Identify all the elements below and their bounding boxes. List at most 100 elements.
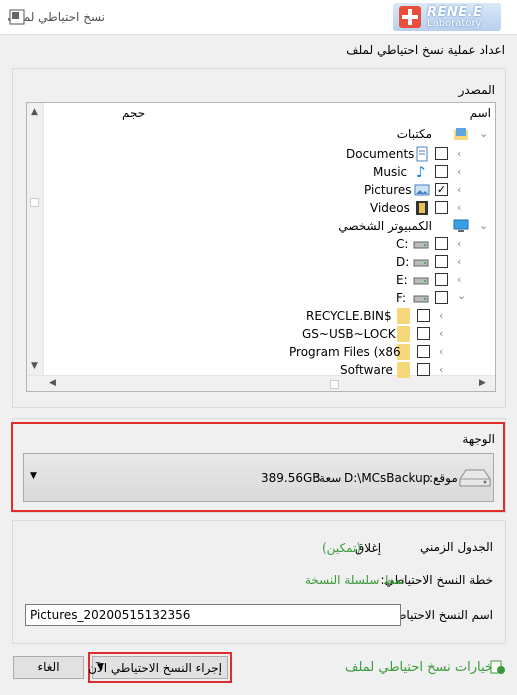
tree-label: E: bbox=[396, 273, 408, 287]
drive-icon bbox=[413, 277, 429, 285]
capacity-value: 389.56GB bbox=[261, 471, 321, 485]
tree-row-computer[interactable]: ⌄ الكمبيوتر الشخصي bbox=[27, 217, 488, 235]
chevron-down-icon[interactable]: ⌄ bbox=[457, 290, 467, 301]
drive-icon bbox=[413, 295, 429, 303]
chevron-right-icon[interactable]: ‹ bbox=[457, 274, 467, 285]
tree-row-libraries[interactable]: ⌄ مكتبات bbox=[27, 125, 488, 143]
chevron-right-icon[interactable]: ‹ bbox=[457, 184, 467, 195]
drive-f-checkbox[interactable] bbox=[435, 291, 448, 304]
tree-label: Software bbox=[340, 363, 393, 377]
tree-row-drive-f[interactable]: ⌄ F: bbox=[27, 289, 482, 307]
chevron-right-icon[interactable]: ‹ bbox=[439, 364, 449, 375]
tree-row-folder[interactable]: ‹ Software bbox=[27, 361, 482, 379]
enable-schedule-link[interactable]: (تمكين) bbox=[322, 541, 361, 555]
tree-label: الكمبيوتر الشخصي bbox=[338, 219, 432, 233]
videos-checkbox[interactable] bbox=[435, 201, 448, 214]
column-size-header[interactable]: حجم bbox=[122, 106, 145, 120]
tree-label: Program Files (x86 bbox=[289, 345, 401, 359]
drive-e-checkbox[interactable] bbox=[435, 273, 448, 286]
rene-e-logo: RENE.E Laboratory bbox=[393, 3, 501, 31]
folder-checkbox[interactable] bbox=[417, 345, 430, 358]
drive-icon bbox=[413, 241, 429, 249]
folder-checkbox[interactable] bbox=[417, 309, 430, 322]
tree-label: مكتبات bbox=[396, 127, 432, 141]
picture-icon bbox=[414, 184, 430, 196]
chevron-right-icon[interactable]: ‹ bbox=[457, 202, 467, 213]
scroll-up-icon[interactable]: ▲ bbox=[31, 107, 38, 117]
music-note-icon: ♪ bbox=[416, 163, 426, 181]
source-title: المصدر bbox=[458, 83, 495, 97]
chevron-right-icon[interactable]: ‹ bbox=[439, 310, 449, 321]
pictures-checkbox[interactable]: ✓ bbox=[435, 183, 448, 196]
folder-icon bbox=[397, 326, 410, 342]
scroll-left-icon[interactable]: ◀ bbox=[49, 378, 56, 388]
source-tree[interactable]: اسم حجم ▲ ▼ ◀ ▶ ⌄ مكتبات ‹ Documents ‹ ♪… bbox=[26, 102, 496, 392]
chevron-down-icon[interactable]: ⌄ bbox=[479, 220, 489, 231]
chevron-right-icon[interactable]: ‹ bbox=[457, 166, 467, 177]
logo-subtext: Laboratory bbox=[427, 18, 482, 29]
tree-row-folder[interactable]: ‹ RECYCLE.BIN$ bbox=[27, 307, 482, 325]
dropdown-arrow-icon[interactable]: ▼ bbox=[30, 471, 37, 481]
destination-selector[interactable]: ▼ 389.56GB سعة: D:\MCsBackup موقع: bbox=[23, 453, 494, 502]
chevron-right-icon[interactable]: ‹ bbox=[439, 328, 449, 339]
options-icon[interactable] bbox=[490, 659, 506, 675]
capacity-label: سعة: bbox=[315, 471, 342, 485]
logo-plus-icon bbox=[399, 6, 421, 28]
music-checkbox[interactable] bbox=[435, 165, 448, 178]
backup-options-link[interactable]: خيارات نسخ احتياطي لملف bbox=[345, 660, 493, 675]
page-heading: اعداد عملية نسخ احتياطي لملف bbox=[346, 43, 505, 57]
schedule-label: الجدول الزمني bbox=[419, 540, 493, 554]
document-icon bbox=[416, 146, 428, 162]
tree-row-pictures[interactable]: ‹ ✓ Pictures bbox=[27, 181, 482, 199]
drive-d-checkbox[interactable] bbox=[435, 255, 448, 268]
backup-name-input[interactable] bbox=[25, 604, 401, 626]
tree-row-folder[interactable]: ‹ Program Files (x86 bbox=[27, 343, 482, 361]
folder-icon bbox=[397, 362, 410, 378]
tree-row-documents[interactable]: ‹ Documents bbox=[27, 145, 482, 163]
tree-label: Videos bbox=[370, 201, 410, 215]
tree-row-drive-d[interactable]: ‹ D: bbox=[27, 253, 482, 271]
tree-label: C: bbox=[396, 237, 409, 251]
location-value: D:\MCsBackup bbox=[344, 471, 431, 485]
tree-label: GS~USB~LOCK bbox=[302, 327, 396, 341]
cancel-button[interactable]: الغاء bbox=[13, 656, 84, 679]
chevron-right-icon[interactable]: ‹ bbox=[457, 238, 467, 249]
tree-header: اسم حجم bbox=[27, 103, 495, 123]
scroll-right-icon[interactable]: ▶ bbox=[479, 378, 486, 388]
tree-label: RECYCLE.BIN$ bbox=[306, 309, 392, 323]
title-bar: RENE.E Laboratory نسخ احتياطي لملف bbox=[0, 0, 517, 35]
tree-row-folder[interactable]: ‹ GS~USB~LOCK bbox=[27, 325, 482, 343]
libraries-folder-icon bbox=[454, 128, 468, 140]
hscroll-thumb[interactable] bbox=[330, 380, 339, 389]
folder-icon bbox=[397, 308, 410, 324]
tree-label: Pictures bbox=[364, 183, 412, 197]
chevron-right-icon[interactable]: ‹ bbox=[457, 148, 467, 159]
chevron-right-icon[interactable]: ‹ bbox=[457, 256, 467, 267]
plan-value-link[interactable]: نمط سلسلة النسخة bbox=[305, 573, 405, 587]
folder-checkbox[interactable] bbox=[417, 327, 430, 340]
backup-name-label: اسم النسخ الاحتياطي bbox=[386, 608, 493, 622]
chevron-down-icon[interactable]: ⌄ bbox=[479, 128, 489, 139]
documents-checkbox[interactable] bbox=[435, 147, 448, 160]
tree-label: D: bbox=[396, 255, 410, 269]
chevron-right-icon[interactable]: ‹ bbox=[439, 346, 449, 357]
destination-title: الوجهة bbox=[462, 432, 495, 446]
column-name-header[interactable]: اسم bbox=[470, 106, 491, 120]
folder-checkbox[interactable] bbox=[417, 363, 430, 376]
tree-label: Documents bbox=[346, 147, 415, 161]
tree-row-drive-c[interactable]: ‹ C: bbox=[27, 235, 482, 253]
run-backup-button[interactable]: ▼ إجراء النسخ الاحتياطي الآن bbox=[88, 656, 228, 679]
video-icon bbox=[416, 201, 428, 215]
drive-c-checkbox[interactable] bbox=[435, 237, 448, 250]
computer-icon bbox=[453, 219, 469, 232]
app-icon bbox=[9, 9, 25, 25]
tree-label: F: bbox=[396, 291, 407, 305]
drive-icon bbox=[413, 259, 429, 267]
tree-row-videos[interactable]: ‹ Videos bbox=[27, 199, 482, 217]
tree-row-drive-e[interactable]: ‹ E: bbox=[27, 271, 482, 289]
tree-label: Music bbox=[373, 165, 408, 179]
hard-disk-icon bbox=[459, 469, 491, 487]
tree-row-music[interactable]: ‹ ♪ Music bbox=[27, 163, 482, 181]
run-backup-label: إجراء النسخ الاحتياطي الآن bbox=[88, 661, 222, 675]
location-label: موقع: bbox=[429, 471, 458, 485]
